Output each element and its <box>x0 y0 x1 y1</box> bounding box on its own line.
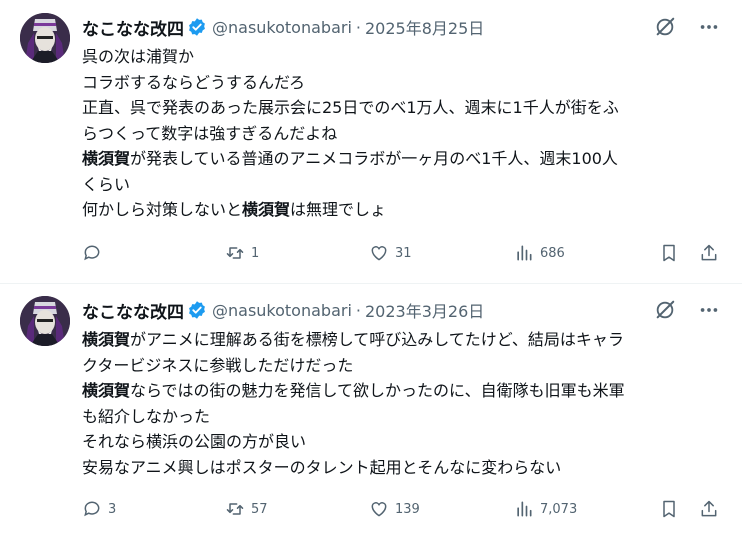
author-name[interactable]: なこなな改四 <box>82 298 184 323</box>
views-count: 686 <box>540 245 565 261</box>
like-button[interactable]: 31 <box>369 243 412 263</box>
reply-icon <box>84 245 100 261</box>
text-segment: クタービジネスに参戦しただけだった <box>82 355 354 375</box>
views-icon <box>517 245 532 261</box>
share-icon <box>701 500 717 517</box>
views-button[interactable]: 7,073 <box>514 499 577 519</box>
bold-keyword: 横須賀 <box>82 381 131 400</box>
text-segment: コラボするならどうするんだろ <box>82 72 306 92</box>
more-dots-icon[interactable] <box>698 299 720 321</box>
tweet[interactable]: なこなな改四 @nasukotonabari · 2023年3月26日 横須賀が… <box>0 283 742 538</box>
reply-icon <box>84 501 100 517</box>
avatar[interactable] <box>20 296 70 346</box>
author-handle[interactable]: @nasukotonabari <box>212 18 352 37</box>
tweet-text-line: 何かしら対策しないと横須賀は無理でしょ <box>82 197 722 223</box>
tweet-text-line: 横須賀が発表している普通のアニメコラボが一ヶ月のべ1千人、週末100人 <box>82 146 722 172</box>
tweet-text-line: も紹介しなかった <box>82 404 722 430</box>
repost-button[interactable]: 1 <box>225 243 259 263</box>
text-segment: ならではの街の魅力を発信して欲しかったのに、自衛隊も旧軍も米軍 <box>130 381 625 400</box>
text-segment: くらい <box>82 174 131 194</box>
reply-count: 3 <box>108 501 117 517</box>
more-dots-icon[interactable] <box>698 16 720 38</box>
text-segment: がアニメに理解ある街を標榜して呼び込みしてたけど、結局はキャラ <box>130 330 624 349</box>
share-button[interactable] <box>699 499 719 519</box>
share-icon <box>701 244 717 261</box>
like-count: 31 <box>395 245 412 261</box>
tweet-header: なこなな改四 @nasukotonabari · 2023年3月26日 <box>82 297 484 323</box>
tweet-text-line: コラボするならどうするんだろ <box>82 70 722 96</box>
repost-count: 1 <box>251 245 260 261</box>
text-segment: 何かしら対策しないと <box>82 200 243 219</box>
tweet-text-line: 横須賀ならではの街の魅力を発信して欲しかったのに、自衛隊も旧軍も米軍 <box>82 378 722 404</box>
tweet-text-line: 正直、呉で発表のあった展示会に25日でのべ1万人、週末に1千人が街をふ <box>82 95 722 121</box>
repost-button[interactable]: 57 <box>225 499 268 519</box>
repost-count: 57 <box>251 501 268 517</box>
bold-keyword: 横須賀 <box>82 149 131 168</box>
tweet-text-line: クタービジネスに参戦しただけだった <box>82 353 722 379</box>
grok-icon[interactable] <box>654 299 676 321</box>
verified-badge-icon <box>189 301 205 319</box>
text-segment: も紹介しなかった <box>82 406 211 426</box>
text-segment: は無理でしょ <box>290 200 387 219</box>
text-segment: が発表している普通のアニメコラボが一ヶ月のべ1千人、週末100人 <box>130 149 618 168</box>
tweet-text-line: くらい <box>82 172 722 198</box>
meta-separator: · <box>355 17 361 37</box>
avatar[interactable] <box>20 13 70 63</box>
tweet-text-line: らつくって数字は強すぎるんだよね <box>82 121 722 147</box>
tweet-text-line: それなら横浜の公園の方が良い <box>82 429 722 455</box>
like-button[interactable]: 139 <box>369 499 420 519</box>
reply-button[interactable]: 3 <box>82 499 116 519</box>
tweet-text: 横須賀がアニメに理解ある街を標榜して呼び込みしてたけど、結局はキャラ クタービジネ… <box>82 327 722 480</box>
like-count: 139 <box>395 501 420 517</box>
author-name[interactable]: なこなな改四 <box>82 15 184 40</box>
text-segment: 正直、呉で発表のあった展示会に25日でのべ1万人、週末に1千人が街をふ <box>82 98 619 117</box>
repost-icon <box>226 503 244 515</box>
heart-icon <box>371 502 387 517</box>
share-button[interactable] <box>699 243 719 263</box>
tweet-text-line: 安易なアニメ興しはポスターのタレント起用とそんなに変わらない <box>82 455 722 481</box>
views-button[interactable]: 686 <box>514 243 565 263</box>
views-count: 7,073 <box>540 501 578 517</box>
heart-icon <box>371 246 387 261</box>
meta-separator: · <box>355 300 361 320</box>
tweet-date[interactable]: 2023年3月26日 <box>365 298 484 322</box>
bookmark-button[interactable] <box>659 499 679 519</box>
views-icon <box>517 501 532 517</box>
bold-keyword: 横須賀 <box>82 330 131 349</box>
verified-badge-icon <box>189 18 205 36</box>
author-handle[interactable]: @nasukotonabari <box>212 301 352 320</box>
bookmark-button[interactable] <box>659 243 679 263</box>
text-segment: 安易なアニメ興しはポスターのタレント起用とそんなに変わらない <box>82 457 562 477</box>
tweet-actions: 1 31 686 <box>82 243 720 267</box>
text-segment: それなら横浜の公園の方が良い <box>82 432 307 451</box>
grok-icon[interactable] <box>654 16 676 38</box>
text-segment: 呉の次は浦賀か <box>82 47 195 66</box>
tweet-text-line: 横須賀がアニメに理解ある街を標榜して呼び込みしてたけど、結局はキャラ <box>82 327 722 353</box>
tweet[interactable]: なこなな改四 @nasukotonabari · 2025年8月25日 呉の次は… <box>0 0 742 284</box>
text-segment: らつくって数字は強すぎるんだよね <box>82 123 338 143</box>
tweet-date[interactable]: 2025年8月25日 <box>365 15 484 39</box>
tweet-actions: 3 57 139 7,073 <box>82 499 720 523</box>
bookmark-icon <box>663 244 675 262</box>
repost-icon <box>226 247 244 259</box>
tweet-text: 呉の次は浦賀かコラボするならどうするんだろ正直、呉で発表のあった展示会に25日で… <box>82 44 722 223</box>
bold-keyword: 横須賀 <box>242 200 291 219</box>
bookmark-icon <box>663 500 675 518</box>
tweet-header: なこなな改四 @nasukotonabari · 2025年8月25日 <box>82 14 484 40</box>
reply-button[interactable] <box>82 243 108 263</box>
tweet-text-line: 呉の次は浦賀か <box>82 44 722 70</box>
